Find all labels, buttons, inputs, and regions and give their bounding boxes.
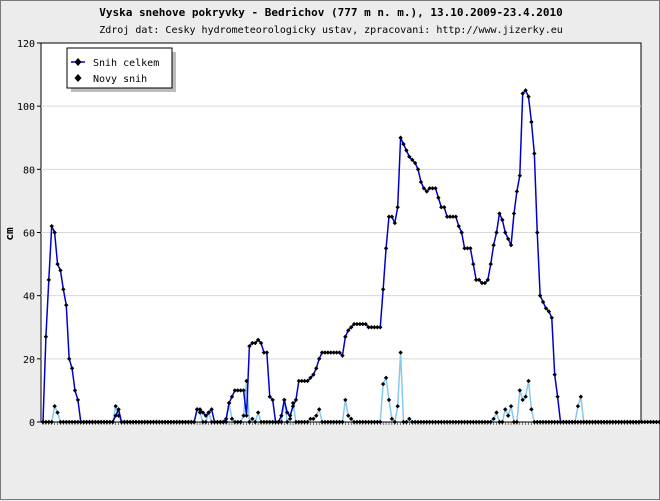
- chart-title: Vyska snehove pokryvky - Bedrichov (777 …: [99, 6, 563, 19]
- y-tick-label: 60: [23, 229, 35, 240]
- legend-label-novy-snih: Novy snih: [93, 74, 147, 85]
- chart-frame: Vyska snehove pokryvky - Bedrichov (777 …: [0, 0, 660, 500]
- legend-label-snih-celkem: Snih celkem: [93, 58, 159, 69]
- y-tick-label: 0: [29, 418, 35, 429]
- y-tick-label: 100: [17, 102, 35, 113]
- y-tick-label: 20: [23, 355, 35, 366]
- legend: Snih celkem Novy snih: [66, 47, 176, 92]
- y-axis-ticks: 0 20 40 60 80 100 120: [17, 39, 41, 429]
- snow-depth-chart: Vyska snehove pokryvky - Bedrichov (777 …: [3, 6, 660, 429]
- y-tick-label: 80: [23, 165, 35, 176]
- y-tick-label: 40: [23, 292, 35, 303]
- y-axis-label: cm: [3, 227, 16, 241]
- chart-subtitle: Zdroj dat: Cesky hydrometeorologicky ust…: [99, 25, 563, 36]
- y-tick-label: 120: [17, 39, 35, 50]
